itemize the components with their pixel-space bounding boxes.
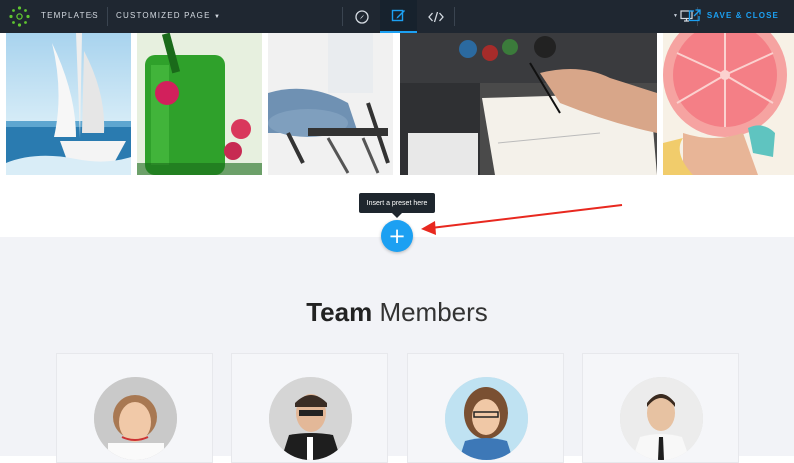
grapefruit-image[interactable]	[663, 33, 794, 175]
office-chair-image[interactable]	[268, 33, 393, 175]
insert-preset-button[interactable]: +	[381, 220, 413, 252]
edit-tool-button[interactable]	[380, 0, 417, 33]
code-icon	[427, 11, 444, 22]
team-member-card[interactable]	[231, 353, 388, 463]
team-member-card[interactable]	[582, 353, 739, 463]
team-member-card[interactable]	[407, 353, 564, 463]
chevron-down-icon: ▼	[214, 14, 222, 20]
annotation-arrow-icon	[421, 204, 623, 235]
team-title-bold: Team	[306, 297, 373, 327]
team-member-card[interactable]	[56, 353, 213, 463]
image-gallery	[0, 33, 794, 175]
top-toolbar: TEMPLATES › CUSTOMIZED PAGE ▼ ▼ SAVE & C…	[0, 0, 794, 33]
sailboat-image[interactable]	[6, 33, 131, 175]
compass-icon	[354, 9, 369, 24]
divider	[107, 7, 108, 26]
logo-icon[interactable]	[9, 6, 30, 27]
edit-icon	[391, 9, 405, 22]
divider	[454, 7, 455, 26]
page-selector[interactable]: CUSTOMIZED PAGE ▼	[116, 11, 221, 20]
designer-sketching-image[interactable]	[400, 33, 657, 175]
save-and-close-button[interactable]: SAVE & CLOSE	[688, 9, 779, 22]
external-link-icon	[688, 9, 701, 22]
woman-with-glasses-avatar	[445, 377, 528, 460]
save-and-close-label: SAVE & CLOSE	[706, 11, 779, 20]
man-in-shirt-avatar	[620, 377, 703, 460]
team-section: Team Members	[0, 237, 794, 463]
page-selector-label: CUSTOMIZED PAGE	[116, 11, 211, 20]
team-title: Team Members	[0, 297, 794, 328]
team-title-light: Members	[379, 297, 488, 327]
man-on-phone-avatar	[269, 377, 352, 460]
chevron-down-icon: ▼	[673, 13, 678, 19]
breadcrumb-chevron: ›	[90, 10, 95, 20]
smiling-woman-avatar	[94, 377, 177, 460]
compass-tool-button[interactable]	[343, 0, 380, 33]
code-tool-button[interactable]	[417, 0, 454, 33]
smoothie-image[interactable]	[137, 33, 262, 175]
